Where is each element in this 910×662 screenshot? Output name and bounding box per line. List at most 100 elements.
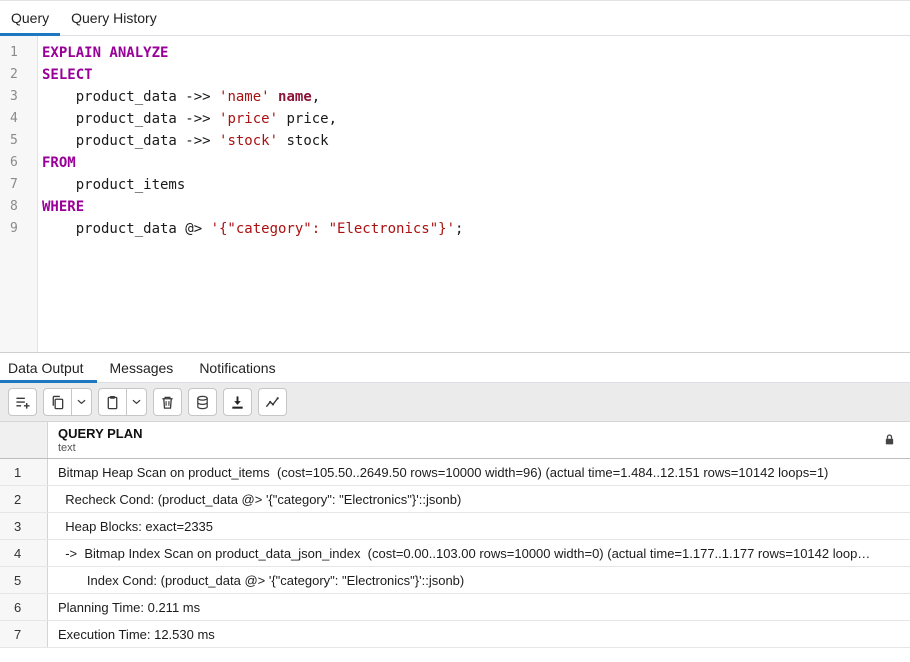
copy-options-button[interactable] (72, 388, 92, 416)
add-row-button[interactable] (8, 388, 37, 416)
chart-group (258, 388, 287, 416)
code-line: product_data @> '{"category": "Electroni… (42, 218, 910, 240)
copy-icon (50, 395, 65, 410)
row-number-header[interactable] (0, 422, 48, 458)
code-line: EXPLAIN ANALYZE (42, 42, 910, 64)
code-line: product_data ->> 'price' price, (42, 108, 910, 130)
line-number: 2 (0, 64, 37, 86)
delete-row-button[interactable] (153, 388, 182, 416)
results-grid: QUERY PLAN text 1Bitmap Heap Scan on pro… (0, 422, 910, 648)
line-number: 9 (0, 218, 37, 240)
query-plan-cell[interactable]: -> Bitmap Index Scan on product_data_jso… (48, 540, 910, 566)
add-row-group (8, 388, 37, 416)
token-plain (270, 89, 278, 105)
row-number[interactable]: 6 (0, 594, 48, 620)
table-row[interactable]: 5 Index Cond: (product_data @> '{"catego… (0, 567, 910, 594)
table-row[interactable]: 7Execution Time: 12.530 ms (0, 621, 910, 648)
save-data-group (188, 388, 217, 416)
save-data-changes-button[interactable] (188, 388, 217, 416)
code-line: product_data ->> 'name' name, (42, 86, 910, 108)
add-row-icon (15, 395, 30, 410)
query-plan-cell[interactable]: Execution Time: 12.530 ms (48, 621, 910, 647)
code-line: FROM (42, 152, 910, 174)
column-name: QUERY PLAN (58, 426, 910, 442)
delete-group (153, 388, 182, 416)
paste-options-button[interactable] (127, 388, 147, 416)
token-kw: SELECT (42, 67, 93, 83)
token-plain: product_data ->> (42, 89, 219, 105)
table-row[interactable]: 3 Heap Blocks: exact=2335 (0, 513, 910, 540)
table-row[interactable]: 6Planning Time: 0.211 ms (0, 594, 910, 621)
copy-group (43, 388, 92, 416)
download-group (223, 388, 252, 416)
copy-button[interactable] (43, 388, 72, 416)
column-type: text (58, 442, 910, 455)
chevron-down-icon (77, 399, 86, 405)
lock-icon (883, 433, 896, 451)
token-plain: product_data @> (42, 221, 211, 237)
code-line: product_data ->> 'stock' stock (42, 130, 910, 152)
paste-icon (105, 395, 120, 410)
row-number[interactable]: 7 (0, 621, 48, 647)
database-icon (195, 395, 210, 410)
data-output-toolbar (0, 383, 910, 422)
line-chart-icon (265, 395, 280, 410)
line-number: 4 (0, 108, 37, 130)
output-tab-bar: Data Output Messages Notifications (0, 353, 910, 383)
row-number[interactable]: 1 (0, 459, 48, 485)
query-plan-cell[interactable]: Recheck Cond: (product_data @> '{"catego… (48, 486, 910, 512)
token-str: 'price' (219, 111, 278, 127)
code-line: SELECT (42, 64, 910, 86)
row-number[interactable]: 4 (0, 540, 48, 566)
line-number: 5 (0, 130, 37, 152)
table-row[interactable]: 4 -> Bitmap Index Scan on product_data_j… (0, 540, 910, 567)
row-number[interactable]: 3 (0, 513, 48, 539)
token-plain: product_data ->> (42, 111, 219, 127)
token-str: '{"category": "Electronics"}' (211, 221, 455, 237)
tab-query-history[interactable]: Query History (60, 1, 168, 35)
line-number: 8 (0, 196, 37, 218)
row-number[interactable]: 5 (0, 567, 48, 593)
tab-query[interactable]: Query (0, 1, 60, 35)
token-kw: EXPLAIN ANALYZE (42, 45, 168, 61)
line-number-gutter: 123456789 (0, 36, 38, 352)
token-str: 'name' (219, 89, 270, 105)
line-number: 3 (0, 86, 37, 108)
token-kw: FROM (42, 155, 76, 171)
line-number: 6 (0, 152, 37, 174)
token-name: name (278, 89, 312, 105)
line-number: 1 (0, 42, 37, 64)
sql-editor: 123456789 EXPLAIN ANALYZE SELECT product_… (0, 36, 910, 353)
paste-group (98, 388, 147, 416)
token-plain: stock (278, 133, 329, 149)
tab-data-output[interactable]: Data Output (0, 353, 97, 382)
row-number[interactable]: 2 (0, 486, 48, 512)
token-plain: product_data ->> (42, 133, 219, 149)
token-plain: price, (278, 111, 337, 127)
code-line: WHERE (42, 196, 910, 218)
query-plan-cell[interactable]: Heap Blocks: exact=2335 (48, 513, 910, 539)
query-plan-cell[interactable]: Index Cond: (product_data @> '{"category… (48, 567, 910, 593)
code-area[interactable]: EXPLAIN ANALYZE SELECT product_data ->> '… (38, 36, 910, 352)
save-results-to-file-button[interactable] (223, 388, 252, 416)
token-str: 'stock' (219, 133, 278, 149)
line-number: 7 (0, 174, 37, 196)
query-plan-column-header[interactable]: QUERY PLAN text (48, 422, 910, 458)
tab-notifications[interactable]: Notifications (186, 353, 288, 382)
download-icon (230, 395, 245, 410)
paste-button[interactable] (98, 388, 127, 416)
pgadmin-query-tool: Query Query History 123456789 EXPLAIN AN… (0, 0, 910, 662)
query-plan-cell[interactable]: Bitmap Heap Scan on product_items (cost=… (48, 459, 910, 485)
table-row[interactable]: 1Bitmap Heap Scan on product_items (cost… (0, 459, 910, 486)
chevron-down-icon (132, 399, 141, 405)
token-plain: product_items (42, 177, 185, 193)
editor-tab-bar: Query Query History (0, 1, 910, 36)
query-plan-cell[interactable]: Planning Time: 0.211 ms (48, 594, 910, 620)
tab-messages[interactable]: Messages (97, 353, 187, 382)
token-kw: WHERE (42, 199, 84, 215)
token-plain: , (312, 89, 320, 105)
grid-header-row: QUERY PLAN text (0, 422, 910, 459)
table-row[interactable]: 2 Recheck Cond: (product_data @> '{"cate… (0, 486, 910, 513)
code-line: product_items (42, 174, 910, 196)
graph-visualiser-button[interactable] (258, 388, 287, 416)
